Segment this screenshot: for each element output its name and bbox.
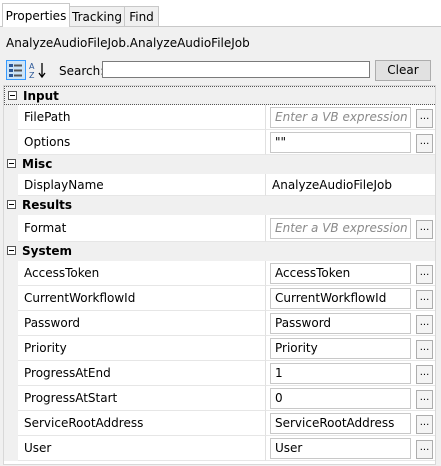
- category-results[interactable]: Results: [4, 196, 435, 215]
- tab-tracking[interactable]: Tracking: [69, 6, 125, 26]
- property-name: Format: [24, 221, 67, 235]
- panel-title: AnalyzeAudioFileJob.AnalyzeAudioFileJob: [6, 36, 250, 50]
- property-name: ProgressAtStart: [24, 391, 118, 405]
- property-row-servicerootaddress: ServiceRootAddress ServiceRootAddress ..…: [4, 411, 435, 436]
- collapse-icon[interactable]: [7, 159, 16, 168]
- format-ellipsis-button[interactable]: ...: [416, 220, 433, 239]
- password-ellipsis-button[interactable]: ...: [416, 315, 433, 334]
- tab-properties[interactable]: Properties: [2, 3, 70, 27]
- filepath-expression-input[interactable]: Enter a VB expression: [270, 107, 411, 128]
- accesstoken-ellipsis-button[interactable]: ...: [416, 265, 433, 284]
- category-system[interactable]: System: [4, 242, 435, 261]
- format-expression-input[interactable]: Enter a VB expression: [270, 218, 411, 239]
- property-row-password: Password Password ...: [4, 311, 435, 336]
- property-name: CurrentWorkflowId: [24, 291, 136, 305]
- properties-panel: AnalyzeAudioFileJob.AnalyzeAudioFileJob …: [0, 26, 441, 466]
- category-input[interactable]: Input: [4, 86, 435, 105]
- property-row-currentworkflowid: CurrentWorkflowId CurrentWorkflowId ...: [4, 286, 435, 311]
- property-name: Password: [24, 316, 81, 330]
- password-expression-input[interactable]: Password: [270, 313, 411, 334]
- search-label: Search:: [59, 64, 105, 78]
- collapse-icon[interactable]: [7, 246, 16, 255]
- property-name: Options: [24, 135, 71, 149]
- options-expression-input[interactable]: "": [270, 132, 411, 153]
- properties-toolbar: A Z Search: Clear: [0, 60, 441, 82]
- property-grid: Input FilePath Enter a VB expression ...…: [3, 85, 436, 465]
- currentworkflowid-ellipsis-button[interactable]: ...: [416, 290, 433, 309]
- priority-expression-input[interactable]: Priority: [270, 338, 411, 359]
- property-name: FilePath: [24, 110, 71, 124]
- servicerootaddress-ellipsis-button[interactable]: ...: [416, 415, 433, 434]
- progressatend-ellipsis-button[interactable]: ...: [416, 365, 433, 384]
- property-name: ServiceRootAddress: [24, 416, 144, 430]
- property-row-options: Options "" ...: [4, 130, 435, 155]
- property-row-user: User User ...: [4, 436, 435, 461]
- category-misc[interactable]: Misc: [4, 155, 435, 174]
- collapse-icon[interactable]: [7, 200, 16, 209]
- property-row-progressatend: ProgressAtEnd 1 ...: [4, 361, 435, 386]
- displayname-value[interactable]: AnalyzeAudioFileJob: [272, 178, 392, 192]
- user-expression-input[interactable]: User: [270, 438, 411, 459]
- priority-ellipsis-button[interactable]: ...: [416, 340, 433, 359]
- search-input[interactable]: [102, 61, 370, 78]
- property-name: Priority: [24, 341, 67, 355]
- property-name: User: [24, 441, 52, 455]
- user-ellipsis-button[interactable]: ...: [416, 440, 433, 459]
- progressatend-expression-input[interactable]: 1: [270, 363, 411, 384]
- categorized-view-icon[interactable]: [6, 60, 26, 80]
- property-row-filepath: FilePath Enter a VB expression ...: [4, 105, 435, 130]
- property-row-displayname: DisplayName AnalyzeAudioFileJob: [4, 174, 435, 196]
- property-name: DisplayName: [24, 178, 104, 192]
- collapse-icon[interactable]: [8, 91, 17, 100]
- property-row-priority: Priority Priority ...: [4, 336, 435, 361]
- property-row-format: Format Enter a VB expression ...: [4, 215, 435, 242]
- progressatstart-expression-input[interactable]: 0: [270, 388, 411, 409]
- filepath-ellipsis-button[interactable]: ...: [416, 109, 433, 128]
- category-label: Misc: [22, 157, 53, 171]
- category-label: Input: [23, 89, 59, 103]
- servicerootaddress-expression-input[interactable]: ServiceRootAddress: [270, 413, 411, 434]
- options-ellipsis-button[interactable]: ...: [416, 134, 433, 153]
- tab-strip: Properties Tracking Find: [0, 0, 441, 27]
- accesstoken-expression-input[interactable]: AccessToken: [270, 263, 411, 284]
- property-name: ProgressAtEnd: [24, 366, 111, 380]
- property-row-progressatstart: ProgressAtStart 0 ...: [4, 386, 435, 411]
- progressatstart-ellipsis-button[interactable]: ...: [416, 390, 433, 409]
- property-row-accesstoken: AccessToken AccessToken ...: [4, 261, 435, 286]
- clear-button[interactable]: Clear: [375, 60, 431, 81]
- category-label: Results: [22, 198, 73, 212]
- alphabetical-sort-icon[interactable]: A Z: [28, 60, 48, 80]
- svg-text:Z: Z: [29, 71, 35, 80]
- svg-text:A: A: [29, 62, 35, 71]
- property-name: AccessToken: [24, 266, 100, 280]
- currentworkflowid-expression-input[interactable]: CurrentWorkflowId: [270, 288, 411, 309]
- category-label: System: [22, 244, 72, 258]
- tab-find[interactable]: Find: [124, 6, 159, 26]
